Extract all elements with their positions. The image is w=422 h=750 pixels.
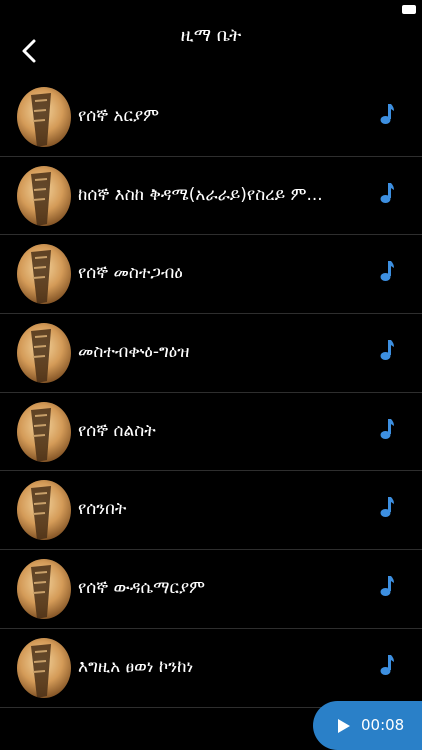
playback-time: 00:08 bbox=[361, 716, 405, 734]
list-item[interactable]: የሰንበት bbox=[0, 471, 422, 551]
item-label: የሰኞ ውዳሴማርያም bbox=[78, 578, 206, 599]
list-item[interactable]: የሰኞ መስተጋብዕ bbox=[0, 235, 422, 315]
avatar bbox=[17, 87, 71, 147]
list-item[interactable]: የሰኞ ሰልስት bbox=[0, 393, 422, 472]
song-list: የሰኞ አርያም ከሰኞ እስከ ቅዳሜ(አራራይ)የስረይ ም... የሰኞ … bbox=[0, 78, 422, 708]
list-item[interactable]: ከሰኞ እስከ ቅዳሜ(አራራይ)የስረይ ም... bbox=[0, 157, 422, 236]
music-note-icon[interactable] bbox=[378, 575, 394, 597]
page-title: ዚማ ቤት bbox=[180, 25, 242, 46]
item-label: ከሰኞ እስከ ቅዳሜ(አራራይ)የስረይ ም... bbox=[78, 184, 323, 205]
music-note-icon[interactable] bbox=[378, 339, 394, 361]
music-note-icon[interactable] bbox=[378, 654, 394, 676]
list-item[interactable]: መስተብቍዕ-ግዕዝ bbox=[0, 314, 422, 393]
item-label: የሰኞ አርያም bbox=[78, 106, 160, 126]
music-note-icon[interactable] bbox=[378, 418, 394, 440]
avatar bbox=[17, 480, 71, 541]
list-item[interactable]: የሰኞ አርያም bbox=[0, 78, 422, 157]
avatar bbox=[17, 323, 71, 384]
music-note-icon[interactable] bbox=[378, 103, 394, 125]
mini-player-button[interactable]: 00:08 bbox=[313, 701, 422, 750]
item-label: የሰኞ መስተጋብዕ bbox=[78, 263, 183, 284]
item-label: የሰንበት bbox=[78, 499, 127, 520]
play-icon bbox=[338, 719, 350, 733]
music-note-icon[interactable] bbox=[378, 260, 394, 282]
status-bar bbox=[0, 0, 422, 20]
music-note-icon[interactable] bbox=[378, 182, 394, 204]
item-label: መስተብቍዕ-ግዕዝ bbox=[78, 342, 190, 363]
header: ዚማ ቤት bbox=[0, 20, 422, 80]
item-label: እግዚአ ፀወነ ኮንከነ bbox=[78, 656, 194, 677]
avatar bbox=[17, 165, 71, 226]
item-label: የሰኞ ሰልስት bbox=[78, 420, 156, 441]
battery-icon bbox=[402, 5, 416, 14]
avatar bbox=[17, 244, 71, 305]
music-note-icon[interactable] bbox=[378, 496, 394, 518]
avatar bbox=[17, 559, 71, 620]
list-item[interactable]: እግዚአ ፀወነ ኮንከነ bbox=[0, 629, 422, 708]
avatar bbox=[17, 637, 71, 698]
list-item[interactable]: የሰኞ ውዳሴማርያም bbox=[0, 550, 422, 629]
avatar bbox=[17, 401, 71, 462]
